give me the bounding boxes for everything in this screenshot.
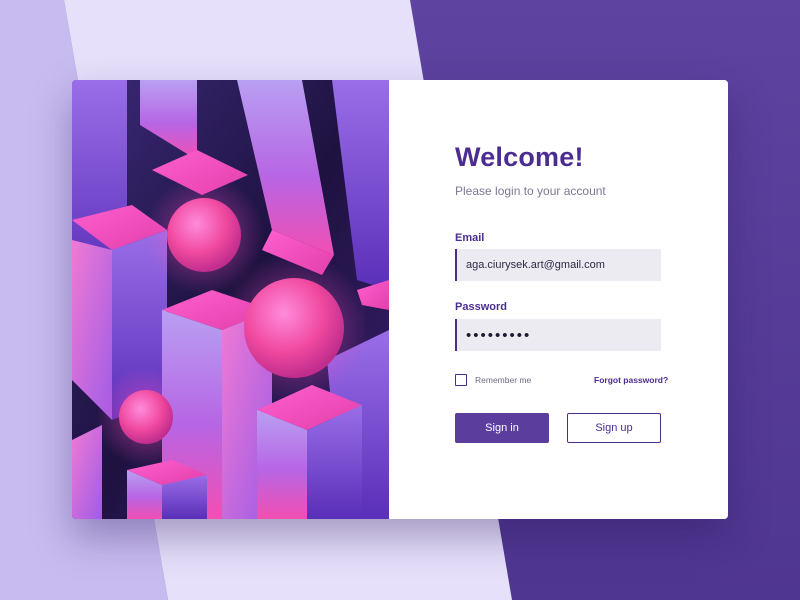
page-title: Welcome! — [455, 142, 584, 172]
login-form: Welcome! Please login to your account Em… — [389, 80, 728, 519]
sign-in-button[interactable]: Sign in — [455, 413, 549, 443]
email-field[interactable]: aga.ciurysek.art@gmail.com — [455, 249, 661, 281]
sphere — [119, 390, 173, 444]
subtitle: Please login to your account — [455, 184, 606, 198]
remember-me[interactable]: Remember me — [455, 374, 531, 386]
remember-me-label: Remember me — [475, 375, 532, 385]
sign-up-button[interactable]: Sign up — [567, 413, 661, 443]
password-field[interactable]: ••••••••• — [455, 319, 661, 351]
sphere — [244, 278, 344, 378]
sphere — [167, 198, 241, 272]
password-value: ••••••••• — [466, 326, 532, 344]
email-value: aga.ciurysek.art@gmail.com — [466, 259, 605, 271]
abstract-pillars-illustration — [72, 80, 389, 519]
email-label: Email — [455, 232, 485, 244]
login-card: Welcome! Please login to your account Em… — [72, 80, 728, 519]
remember-me-checkbox[interactable] — [455, 374, 467, 386]
password-label: Password — [455, 301, 507, 313]
forgot-password-link[interactable]: Forgot password? — [594, 375, 668, 385]
illustration-panel — [72, 80, 389, 519]
